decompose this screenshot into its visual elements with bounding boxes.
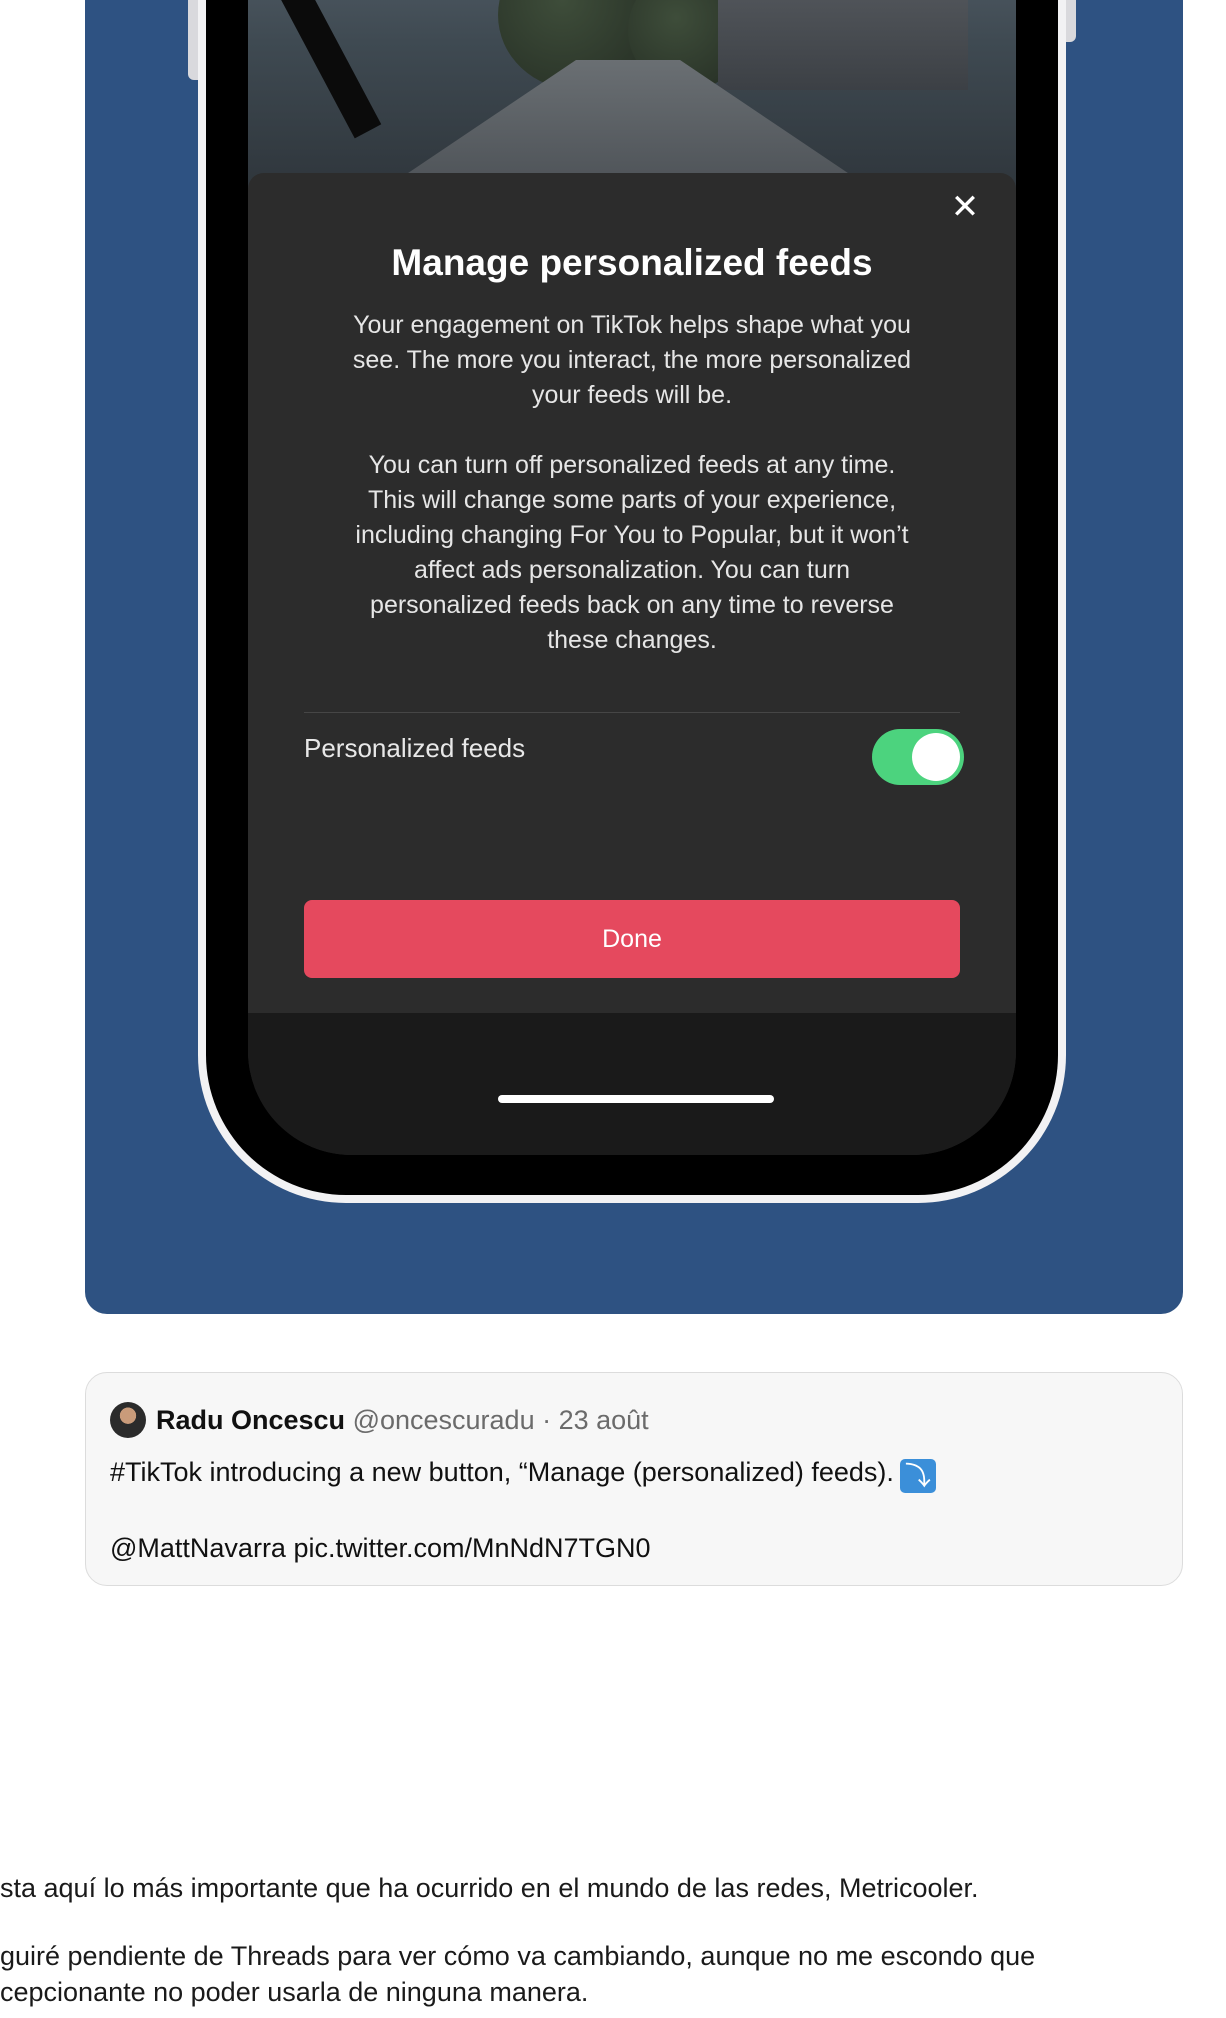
personalized-feeds-toggle[interactable] [872, 729, 964, 785]
article-paragraph: guiré pendiente de Threads para ver cómo… [0, 1941, 1036, 1971]
modal-description-2: You can turn off personalized feeds at a… [312, 448, 952, 658]
author-name[interactable]: Radu Oncescu [156, 1405, 345, 1435]
phone-frame: ✕ Manage personalized feeds Your engagem… [198, 0, 1066, 1203]
description-line: Your engagement on TikTok helps shape wh… [353, 311, 911, 339]
embedded-screenshot: ✕ Manage personalized feeds Your engagem… [85, 0, 1183, 1314]
video-house [718, 0, 968, 90]
description-line: including changing For You to Popular, b… [355, 521, 909, 549]
description-line: personalized feeds back on any time to r… [370, 591, 894, 619]
description-line: see. The more you interact, the more per… [352, 346, 912, 374]
tweet-text: #TikTok introducing a new button, “Manag… [110, 1453, 936, 1493]
home-indicator [498, 1095, 774, 1103]
toggle-label: Personalized feeds [304, 733, 526, 763]
arrow-down-right-icon: ⤵ [899, 1459, 936, 1493]
video-background [248, 0, 1016, 200]
description-line: This will change some parts of your expe… [367, 486, 897, 514]
video-frame-edge [248, 0, 382, 139]
article-paragraph: sta aquí lo más importante que ha ocurri… [0, 1873, 979, 1903]
tweet-header: Radu Oncescu @oncescuradu · 23 août [156, 1401, 649, 1439]
article-paragraph: cepcionante no poder usarla de ninguna m… [0, 1977, 589, 2007]
bottom-bar [248, 1013, 1016, 1155]
phone-screen: ✕ Manage personalized feeds Your engagem… [248, 0, 1016, 1155]
tweet-body: #TikTok introducing a new button, “Manag… [110, 1457, 894, 1487]
modal-title: Manage personalized feeds [391, 242, 873, 283]
toggle-knob [912, 733, 960, 781]
description-line: these changes. [547, 626, 717, 654]
author-handle-date[interactable]: @oncescuradu · 23 août [353, 1405, 649, 1435]
done-button[interactable]: Done [304, 900, 960, 978]
close-icon[interactable]: ✕ [948, 190, 982, 224]
divider [304, 712, 960, 713]
tweet-card[interactable]: Radu Oncescu @oncescuradu · 23 août #Tik… [85, 1372, 1183, 1586]
description-line: your feeds will be. [531, 381, 733, 409]
avatar[interactable] [110, 1402, 146, 1438]
description-line: You can turn off personalized feeds at a… [368, 451, 896, 479]
description-line: affect ads personalization. You can turn [414, 556, 850, 584]
modal-description-1: Your engagement on TikTok helps shape wh… [312, 308, 952, 413]
tweet-link[interactable]: @MattNavarra pic.twitter.com/MnNdN7TGN0 [110, 1529, 651, 1567]
